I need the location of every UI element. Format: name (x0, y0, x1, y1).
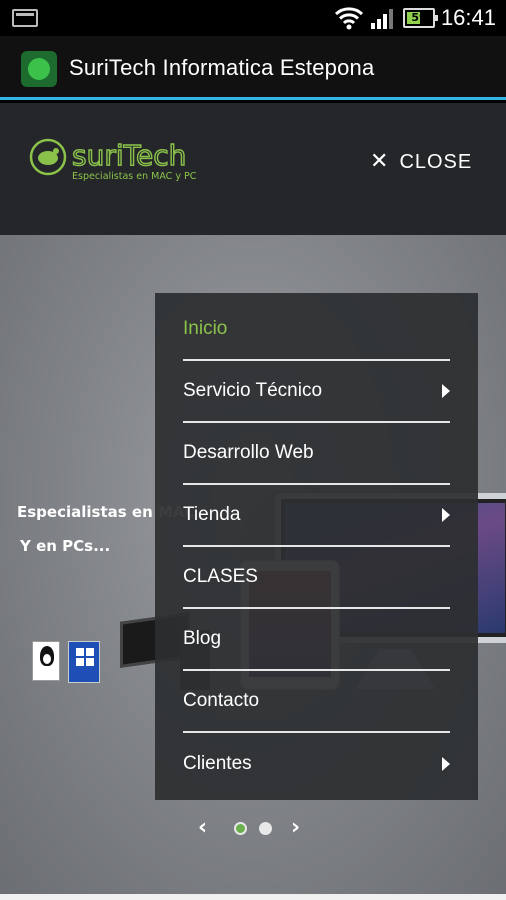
menu-item-clientes[interactable]: Clientes (183, 733, 450, 795)
app-icon (21, 51, 57, 87)
menu-item-label: Contacto (183, 690, 260, 711)
carousel-dot-2[interactable] (259, 822, 272, 835)
menu-item-label: Blog (183, 628, 222, 649)
battery-icon: 59 (403, 8, 438, 28)
menu-item-desarrollo-web[interactable]: Desarrollo Web (183, 423, 450, 485)
windows-icon (76, 648, 94, 666)
suritech-logo[interactable]: suriTech Especialistas en MAC y PC (28, 133, 248, 183)
bottom-strip (0, 894, 506, 900)
screenshot-icon (12, 9, 38, 27)
hero-subheading: Y en PCs... (20, 537, 111, 555)
signal-icon (371, 9, 393, 29)
menu-item-label: Tienda (183, 504, 241, 525)
chevron-right-icon[interactable]: › (291, 815, 300, 840)
menu-item-label: Servicio Técnico (183, 380, 323, 401)
carousel-dot-1[interactable] (234, 822, 247, 835)
webview: suriTech Especialistas en MAC y PC ✕ CLOS… (0, 103, 506, 894)
menu-item-clases[interactable]: CLASES (183, 547, 450, 609)
close-button[interactable]: ✕ CLOSE (370, 148, 472, 174)
menu-item-inicio[interactable]: Inicio (183, 299, 450, 361)
menu-item-label: CLASES (183, 566, 258, 587)
app-bar: SuriTech Informatica Estepona (0, 36, 506, 100)
linux-badge (32, 641, 60, 681)
submenu-arrow-icon[interactable] (442, 508, 450, 522)
site-header: suriTech Especialistas en MAC y PC ✕ CLOS… (0, 103, 506, 235)
submenu-arrow-icon[interactable] (442, 757, 450, 771)
submenu-arrow-icon[interactable] (442, 384, 450, 398)
navigation-menu: Inicio Servicio Técnico Desarrollo Web T… (155, 293, 478, 800)
close-label: CLOSE (399, 151, 473, 173)
menu-item-servicio-tecnico[interactable]: Servicio Técnico (183, 361, 450, 423)
logo-text: suriTech (72, 139, 186, 172)
logo-tagline: Especialistas en MAC y PC (72, 171, 197, 182)
chevron-left-icon[interactable]: ‹ (198, 815, 207, 840)
menu-item-blog[interactable]: Blog (183, 609, 450, 671)
menu-item-label: Inicio (183, 318, 228, 339)
menu-item-label: Desarrollo Web (183, 442, 314, 463)
menu-item-tienda[interactable]: Tienda (183, 485, 450, 547)
clock: 16:41 (440, 5, 496, 30)
status-bar: 59 16:41 (0, 0, 506, 36)
app-title: SuriTech Informatica Estepona (69, 55, 375, 80)
menu-item-label: Clientes (183, 753, 252, 774)
close-icon: ✕ (370, 148, 390, 173)
wifi-icon (334, 7, 364, 30)
windows-badge (68, 641, 100, 683)
menu-item-contacto[interactable]: Contacto (183, 671, 450, 733)
carousel-controls: ‹ › (0, 815, 506, 845)
battery-level: 59 (411, 11, 427, 24)
